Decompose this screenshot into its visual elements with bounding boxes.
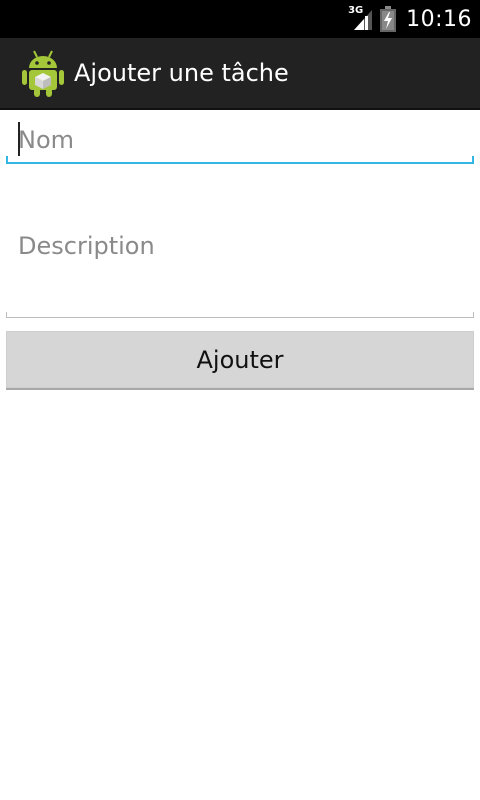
- status-icons: 3G 10:16: [348, 0, 472, 38]
- name-field-corner-right: [472, 156, 474, 164]
- network-indicator: 3G: [348, 6, 374, 32]
- description-field-corner-left: [6, 312, 7, 318]
- description-field[interactable]: [6, 222, 474, 318]
- name-field-corner-left: [6, 156, 8, 164]
- description-field-corner-right: [473, 312, 474, 318]
- add-button[interactable]: Ajouter: [6, 331, 474, 390]
- text-cursor: [18, 122, 20, 156]
- name-field[interactable]: [6, 116, 474, 164]
- android-app-icon[interactable]: [20, 48, 66, 98]
- name-input[interactable]: [6, 116, 474, 162]
- battery-charging-icon: [380, 6, 397, 32]
- status-bar: 3G 10:16: [0, 0, 480, 38]
- name-field-underline: [6, 162, 474, 164]
- clock: 10:16: [406, 6, 472, 32]
- action-bar: Ajouter une tâche: [0, 38, 480, 110]
- page-title: Ajouter une tâche: [74, 59, 289, 87]
- description-input[interactable]: [6, 222, 474, 314]
- network-type-label: 3G: [348, 5, 364, 16]
- description-field-underline: [6, 317, 474, 318]
